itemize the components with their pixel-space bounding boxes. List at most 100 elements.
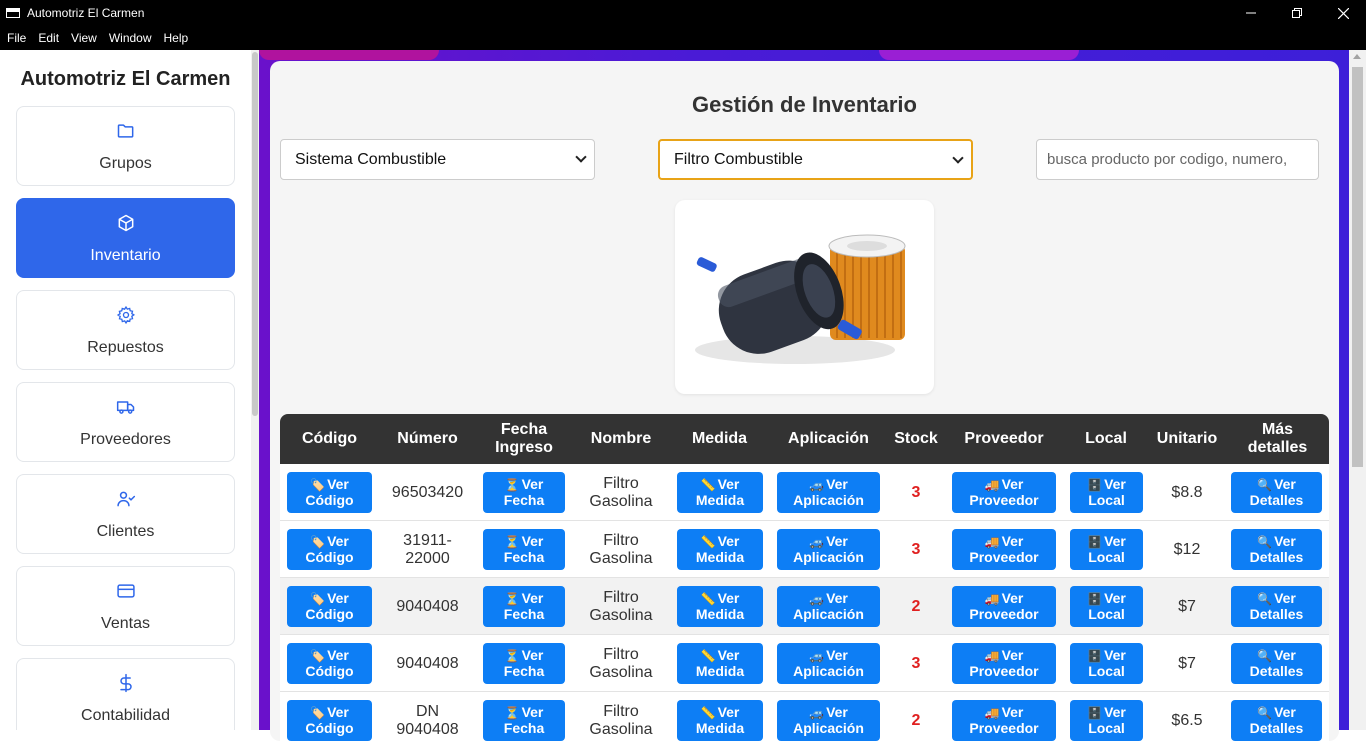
- product-image: [675, 200, 934, 394]
- button-label: Local: [1088, 606, 1125, 622]
- ver-proveedor-button[interactable]: 🚚 Ver Proveedor: [952, 472, 1056, 513]
- numero-cell: 9040408: [396, 597, 459, 615]
- button-label: 🏷️ Ver: [310, 647, 349, 664]
- sidebar-item-clientes[interactable]: Clientes: [16, 474, 235, 554]
- ver-proveedor-button[interactable]: 🚚 Ver Proveedor: [952, 529, 1056, 570]
- button-label: Fecha: [503, 492, 545, 508]
- ver-fecha-button[interactable]: ⏳ Ver Fecha: [483, 700, 565, 741]
- menu-file[interactable]: File: [1, 26, 32, 50]
- ver-local-cell: 🗄️ Ver Local: [1070, 464, 1143, 521]
- col-header-stock: Stock: [894, 430, 938, 447]
- unitario-cell: $7: [1178, 654, 1196, 672]
- minimize-icon[interactable]: [1228, 0, 1274, 26]
- menu-view[interactable]: View: [65, 26, 103, 50]
- ver-local-button[interactable]: 🗄️ Ver Local: [1070, 586, 1143, 627]
- truck-icon: [116, 397, 136, 417]
- sidebar-scrollbar[interactable]: [251, 50, 259, 730]
- ver-proveedor-button[interactable]: 🚚 Ver Proveedor: [952, 700, 1056, 741]
- ver-aplicacion-cell: 🚙 Ver Aplicación: [777, 635, 880, 692]
- ver-proveedor-button[interactable]: 🚚 Ver Proveedor: [952, 586, 1056, 627]
- menu-help[interactable]: Help: [158, 26, 195, 50]
- ver-fecha-button[interactable]: ⏳ Ver Fecha: [483, 586, 565, 627]
- ver-fecha-cell: ⏳ Ver Fecha: [483, 521, 565, 578]
- ver-fecha-button[interactable]: ⏳ Ver Fecha: [483, 643, 565, 684]
- ver-local-button[interactable]: 🗄️ Ver Local: [1070, 472, 1143, 513]
- close-icon[interactable]: [1320, 0, 1366, 26]
- ver-proveedor-cell: 🚚 Ver Proveedor: [952, 578, 1056, 635]
- sidebar-item-proveedores[interactable]: Proveedores: [16, 382, 235, 462]
- menu-window[interactable]: Window: [103, 26, 158, 50]
- sidebar-item-ventas[interactable]: Ventas: [16, 566, 235, 646]
- numero-cell: 96503420: [391, 483, 464, 501]
- ver-proveedor-button[interactable]: 🚚 Ver Proveedor: [952, 643, 1056, 684]
- ver-medida-button[interactable]: 📏 Ver Medida: [677, 472, 763, 513]
- main-scrollbar[interactable]: [1349, 50, 1366, 730]
- button-label: Medida: [695, 720, 745, 736]
- sidebar-item-repuestos[interactable]: Repuestos: [16, 290, 235, 370]
- sidebar-item-contabilidad[interactable]: Contabilidad: [16, 658, 235, 730]
- main-scroll-thumb[interactable]: [1352, 67, 1363, 467]
- button-label: ⏳ Ver: [504, 647, 544, 664]
- ver-codigo-button[interactable]: 🏷️ Ver Código: [287, 700, 372, 741]
- ver-medida-button[interactable]: 📏 Ver Medida: [677, 700, 763, 741]
- ver-aplicacion-button[interactable]: 🚙 Ver Aplicación: [777, 700, 880, 741]
- ver-detalles-button[interactable]: 🔍 Ver Detalles: [1231, 700, 1322, 741]
- sidebar-scroll-thumb[interactable]: [252, 52, 258, 416]
- ver-detalles-button[interactable]: 🔍 Ver Detalles: [1231, 586, 1322, 627]
- restore-icon[interactable]: [1274, 0, 1320, 26]
- button-label: ⏳ Ver: [504, 590, 544, 607]
- ver-medida-cell: 📏 Ver Medida: [677, 464, 763, 521]
- ver-detalles-button[interactable]: 🔍 Ver Detalles: [1231, 472, 1322, 513]
- table-row: 🏷️ Ver Código 9040408 ⏳ Ver Fecha Filtro Gasoli…: [280, 578, 1329, 635]
- subcategory-select[interactable]: Filtro Combustible: [658, 139, 973, 180]
- button-label: 🚚 Ver: [984, 647, 1024, 664]
- button-label: 🚚 Ver: [984, 590, 1024, 607]
- ver-local-button[interactable]: 🗄️ Ver Local: [1070, 529, 1143, 570]
- ver-medida-button[interactable]: 📏 Ver Medida: [677, 529, 763, 570]
- scroll-up-icon[interactable]: [1353, 54, 1361, 59]
- ver-aplicacion-button[interactable]: 🚙 Ver Aplicación: [777, 586, 880, 627]
- stock-cell: 3: [911, 483, 921, 501]
- ver-local-button[interactable]: 🗄️ Ver Local: [1070, 643, 1143, 684]
- col-header-codigo: Código: [301, 430, 358, 447]
- ver-medida-button[interactable]: 📏 Ver Medida: [677, 586, 763, 627]
- ver-detalles-button[interactable]: 🔍 Ver Detalles: [1231, 643, 1322, 684]
- menu-edit[interactable]: Edit: [32, 26, 65, 50]
- button-label: Aplicación: [793, 549, 864, 565]
- button-label: Aplicación: [793, 606, 864, 622]
- button-label: 🏷️ Ver: [310, 590, 349, 607]
- col-header-nombre: Nombre: [590, 430, 652, 447]
- ver-codigo-button[interactable]: 🏷️ Ver Código: [287, 472, 372, 513]
- button-label: 🚙 Ver: [809, 533, 848, 550]
- ver-detalles-cell: 🔍 Ver Detalles: [1231, 464, 1322, 521]
- ver-aplicacion-button[interactable]: 🚙 Ver Aplicación: [777, 529, 880, 570]
- button-label: 🔍 Ver: [1257, 647, 1296, 664]
- ver-aplicacion-button[interactable]: 🚙 Ver Aplicación: [777, 472, 880, 513]
- button-label: Local: [1088, 549, 1125, 565]
- button-label: Proveedor: [969, 720, 1039, 736]
- button-label: 🚚 Ver: [984, 476, 1024, 493]
- sidebar-item-inventario[interactable]: Inventario: [16, 198, 235, 278]
- button-label: 🏷️ Ver: [310, 704, 349, 721]
- ver-proveedor-cell: 🚚 Ver Proveedor: [952, 521, 1056, 578]
- table-header: Código Número Fecha Ingreso Nombre Medid…: [280, 414, 1329, 464]
- ver-codigo-button[interactable]: 🏷️ Ver Código: [287, 529, 372, 570]
- ver-aplicacion-cell: 🚙 Ver Aplicación: [777, 692, 880, 741]
- sidebar-item-label: Proveedores: [80, 431, 171, 448]
- ver-medida-button[interactable]: 📏 Ver Medida: [677, 643, 763, 684]
- box-icon: [116, 213, 136, 233]
- ver-fecha-cell: ⏳ Ver Fecha: [483, 578, 565, 635]
- ver-local-button[interactable]: 🗄️ Ver Local: [1070, 700, 1143, 741]
- nombre-cell: Filtro Gasolina: [589, 531, 653, 567]
- category-select[interactable]: Sistema Combustible: [280, 139, 595, 180]
- button-label: 🚙 Ver: [809, 476, 848, 493]
- ver-codigo-button[interactable]: 🏷️ Ver Código: [287, 586, 372, 627]
- ver-detalles-button[interactable]: 🔍 Ver Detalles: [1231, 529, 1322, 570]
- ver-aplicacion-button[interactable]: 🚙 Ver Aplicación: [777, 643, 880, 684]
- button-label: Detalles: [1249, 549, 1304, 565]
- ver-codigo-button[interactable]: 🏷️ Ver Código: [287, 643, 372, 684]
- ver-fecha-button[interactable]: ⏳ Ver Fecha: [483, 529, 565, 570]
- ver-fecha-button[interactable]: ⏳ Ver Fecha: [483, 472, 565, 513]
- search-input[interactable]: busca producto por codigo, numero,: [1036, 139, 1319, 180]
- sidebar-item-grupos[interactable]: Grupos: [16, 106, 235, 186]
